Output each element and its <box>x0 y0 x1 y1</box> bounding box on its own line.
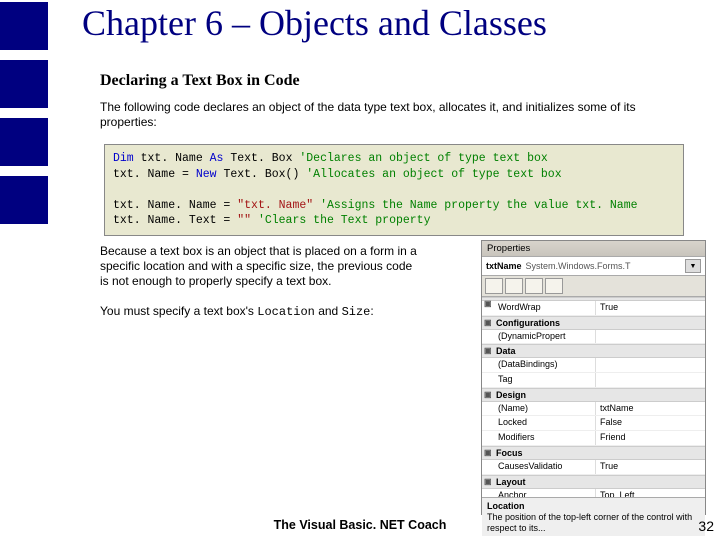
property-value[interactable]: Top, Left <box>596 489 705 498</box>
decorative-squares <box>0 0 48 234</box>
slide-footer: The Visual Basic. NET Coach <box>0 518 720 532</box>
intro-text: The following code declares an object of… <box>100 100 680 130</box>
property-value[interactable]: True <box>596 301 705 315</box>
selector-name: txtName <box>486 261 522 271</box>
comment: 'Assigns the Name property the value txt… <box>320 199 637 212</box>
alphabetical-button[interactable] <box>505 278 523 294</box>
property-name: Modifiers <box>482 431 596 445</box>
property-name: Locked <box>482 416 596 430</box>
property-value[interactable] <box>596 330 705 344</box>
para2-and: and <box>315 304 342 318</box>
property-value[interactable] <box>596 358 705 372</box>
properties-panel-title: Properties <box>482 241 705 257</box>
string-literal: "txt. Name" <box>237 199 313 212</box>
code-text: txt. Name. Name = <box>113 199 237 212</box>
keyword: As <box>210 152 224 165</box>
property-value[interactable]: Friend <box>596 431 705 445</box>
paragraph-2: You must specify a text box's Location a… <box>100 304 420 320</box>
property-category[interactable]: Design <box>482 388 705 402</box>
comment: 'Clears the Text property <box>258 214 431 227</box>
para2-a: You must specify a text box's <box>100 304 257 318</box>
property-value[interactable]: txtName <box>596 402 705 416</box>
code-text: Text. Box <box>223 152 299 165</box>
properties-toolbar <box>482 276 705 297</box>
square-deco <box>0 176 48 224</box>
selector-type: System.Windows.Forms.T <box>526 261 685 271</box>
property-name: Tag <box>482 373 596 387</box>
property-row[interactable]: ModifiersFriend <box>482 431 705 446</box>
chevron-down-icon[interactable]: ▼ <box>685 259 701 273</box>
paragraph-1: Because a text box is an object that is … <box>100 244 420 289</box>
inline-code-location: Location <box>257 305 315 319</box>
property-name: (DynamicPropert <box>482 330 596 344</box>
code-text: txt. Name. Text = <box>113 214 237 227</box>
property-row[interactable]: Tag <box>482 373 705 388</box>
property-name: WordWrap <box>482 301 596 315</box>
comment: 'Allocates an object of type text box <box>306 168 561 181</box>
keyword: Dim <box>113 152 134 165</box>
inline-code-size: Size <box>342 305 371 319</box>
square-deco <box>0 2 48 50</box>
slide-title: Chapter 6 – Objects and Classes <box>82 2 547 44</box>
property-row[interactable]: (Name)txtName <box>482 402 705 417</box>
property-value[interactable]: True <box>596 460 705 474</box>
square-deco <box>0 60 48 108</box>
code-text: txt. Name = <box>113 168 196 181</box>
events-button[interactable] <box>545 278 563 294</box>
properties-grid[interactable]: WordWrapTrueConfigurations(DynamicProper… <box>482 297 705 497</box>
property-row[interactable]: (DataBindings) <box>482 358 705 373</box>
property-name: (DataBindings) <box>482 358 596 372</box>
footer-prop-name: Location <box>487 501 700 512</box>
code-text: txt. Name <box>134 152 210 165</box>
property-value[interactable] <box>596 373 705 387</box>
comment: 'Declares an object of type text box <box>299 152 547 165</box>
square-deco <box>0 118 48 166</box>
property-row[interactable]: AnchorTop, Left <box>482 489 705 498</box>
property-name: CausesValidatio <box>482 460 596 474</box>
property-name: (Name) <box>482 402 596 416</box>
code-sample: Dim txt. Name As Text. Box 'Declares an … <box>104 144 684 236</box>
property-row[interactable]: LockedFalse <box>482 416 705 431</box>
property-category[interactable]: Data <box>482 344 705 358</box>
property-category[interactable]: Layout <box>482 475 705 489</box>
property-row[interactable]: WordWrapTrue <box>482 301 705 316</box>
property-value[interactable]: False <box>596 416 705 430</box>
code-text <box>251 214 258 227</box>
property-category[interactable]: Configurations <box>482 316 705 330</box>
property-row[interactable]: (DynamicPropert <box>482 330 705 345</box>
property-category[interactable] <box>482 297 705 301</box>
categorized-button[interactable] <box>485 278 503 294</box>
section-heading: Declaring a Text Box in Code <box>100 72 300 90</box>
keyword: New <box>196 168 217 181</box>
property-category[interactable]: Focus <box>482 446 705 460</box>
properties-panel: Properties txtName System.Windows.Forms.… <box>481 240 706 515</box>
para2-b: : <box>370 304 373 318</box>
object-selector[interactable]: txtName System.Windows.Forms.T ▼ <box>482 257 705 276</box>
property-name: Anchor <box>482 489 596 498</box>
property-row[interactable]: CausesValidatioTrue <box>482 460 705 475</box>
properties-page-button[interactable] <box>525 278 543 294</box>
string-literal: "" <box>237 214 251 227</box>
code-text: Text. Box() <box>217 168 307 181</box>
